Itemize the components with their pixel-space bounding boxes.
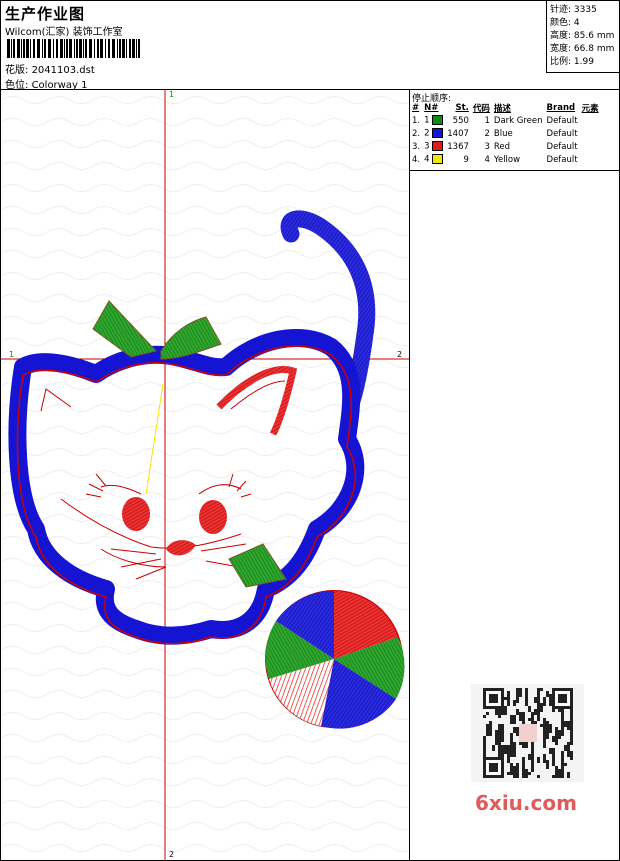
row-index: 1. [412,115,421,126]
col-header-code: 代码 [472,104,490,114]
col-header-st: St. [455,103,469,113]
row-n: 2 [422,127,445,140]
color-swatch [432,128,444,139]
row-n: 4 [422,153,445,166]
design-file-row: 花版: 2041103.dst [5,61,95,76]
row-stitches: 1407 [447,128,469,139]
row-brand: Default [546,128,578,139]
row-brand: Default [546,115,578,126]
stop-sequence-table: # N# St. 代码 描述 Brand 元素 1. 1 550 1 Dark Gre… [410,102,601,166]
design-file-label: 花版: [5,65,29,76]
row-n: 3 [422,140,445,153]
color-swatch [432,115,444,126]
table-row: 1. 1 550 1 Dark Green Default [410,114,601,127]
row-n: 1 [422,114,445,127]
row-stitches: 550 [452,115,469,126]
row-code: 1 [484,115,490,126]
production-worksheet: 生产作业图 Wilcom(汇家) 装饰工作室 花版: 2041103.dst 色… [0,0,620,861]
design-file-value: 2041103.dst [31,65,95,76]
row-element [580,140,601,153]
worksheet-header: 生产作业图 Wilcom(汇家) 装饰工作室 花版: 2041103.dst 色… [1,1,619,91]
qr-code [471,684,584,782]
stitch-count: 针迹: 3335 [550,5,597,15]
row-code: 4 [484,154,490,165]
stop-sequence-table-wrap: # N# St. 代码 描述 Brand 元素 1. 1 550 1 Dark Gre… [410,102,619,171]
col-header-n: N# [424,103,439,113]
company-name: Wilcom(汇家) 装饰工作室 [5,27,123,38]
row-code: 3 [484,141,490,152]
col-header-brand: Brand [546,103,576,113]
axis-label-bottom: 2 [169,850,174,859]
design-width: 宽度: 66.8 mm [550,44,615,54]
color-swatch [432,154,444,165]
barcode [7,39,140,58]
table-row: 2. 2 1407 2 Blue Default [410,127,601,140]
embroidery-preview: 1 2 1 2 [1,89,409,860]
left-eye [122,497,150,531]
embroidery-design-area: 1 2 1 2 [1,89,410,860]
design-stats: 针迹: 3335 颜色: 4 高度: 85.6 mm 宽度: 66.8 mm 比… [546,1,619,73]
row-index: 3. [412,141,421,152]
row-code: 2 [484,128,490,139]
row-element [580,127,601,140]
table-header-row: # N# St. 代码 描述 Brand 元素 [410,102,601,114]
site-watermark: 6xiu.com [475,791,577,815]
table-row: 3. 3 1367 3 Red Default [410,140,601,153]
row-element [580,153,601,166]
row-description: Dark Green [493,115,543,126]
row-stitches: 9 [463,154,469,165]
col-header-element: 元素 [581,104,599,114]
row-index: 2. [412,128,421,139]
row-stitches: 1367 [447,141,469,152]
design-ratio: 比例: 1.99 [550,57,594,67]
row-brand: Default [546,154,578,165]
row-brand: Default [546,141,578,152]
color-swatch [432,141,444,152]
row-description: Blue [493,128,513,139]
right-eye [199,500,227,534]
page-title: 生产作业图 [5,5,86,23]
row-element [580,114,601,127]
color-count: 颜色: 4 [550,18,580,28]
design-height: 高度: 85.6 mm [550,31,615,41]
ball [265,590,405,729]
col-header-desc: 描述 [493,104,511,114]
row-description: Red [493,141,511,152]
axis-label-left: 1 [9,350,14,359]
table-row: 4. 4 9 4 Yellow Default [410,153,601,166]
col-header-index: # [412,103,420,113]
axis-label-right: 2 [397,350,402,359]
row-index: 4. [412,154,421,165]
axis-label-top: 1 [169,90,174,99]
row-description: Yellow [493,154,521,165]
